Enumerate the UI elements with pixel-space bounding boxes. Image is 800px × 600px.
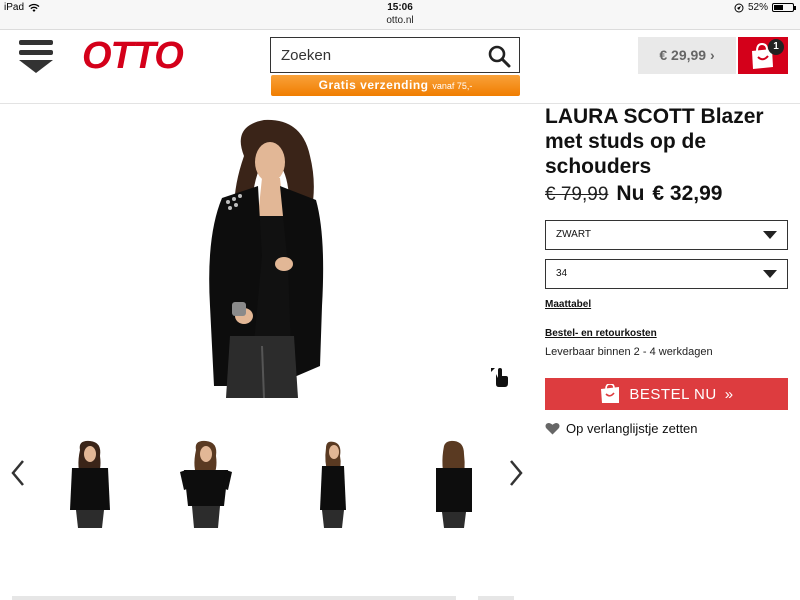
thumbnail-2[interactable] [176,440,236,528]
chevron-left-icon[interactable] [8,458,28,488]
shipping-costs-link[interactable]: Bestel- en retourkosten [545,328,657,339]
price-row: € 79,99 Nu € 32,99 [545,182,722,206]
add-to-wishlist[interactable]: Op verlanglijstje zetten [545,421,698,436]
promo-main-text: Gratis verzending [318,78,429,92]
current-price: € 32,99 [652,182,723,205]
bag-icon [601,384,620,403]
status-right: 52% [734,2,796,13]
wishlist-label: Op verlanglijstje zetten [566,421,698,436]
horizontal-scrollbar[interactable] [12,596,456,600]
chevron-down-icon [763,270,777,278]
battery-icon [772,3,796,12]
size-select[interactable]: 34 [545,259,788,289]
size-select-value: 34 [556,268,568,279]
main-product-image[interactable] [192,116,342,398]
heart-icon [545,423,560,435]
location-icon [734,3,744,12]
cart-count-badge: 1 [768,39,784,55]
status-time: 15:06 [387,2,413,13]
color-select[interactable]: ZWART [545,220,788,250]
cart-total-button[interactable]: € 29,99 › [638,37,736,74]
free-shipping-banner[interactable]: Gratis verzending vanaf 75,- [271,75,520,96]
double-chevron-icon: » [724,385,734,403]
page-url[interactable]: otto.nl [0,15,800,26]
site-header: OTTO Gratis verzending vanaf 75,- € 29,9… [0,30,800,104]
menu-icon[interactable] [18,38,54,74]
search-icon[interactable] [487,44,511,68]
order-now-button[interactable]: BESTEL NU » [545,378,788,410]
thumbnail-3[interactable] [302,440,362,528]
color-select-value: ZWART [556,229,591,240]
thumbnail-1[interactable] [58,440,118,528]
delivery-time: Leverbaar binnen 2 - 4 werkdagen [545,346,713,358]
chevron-right-icon[interactable] [506,458,526,488]
status-bar: iPad 15:06 otto.nl 52% [0,0,800,30]
horizontal-scrollbar-segment[interactable] [478,596,514,600]
zoom-icon[interactable] [490,366,510,388]
now-label: Nu [616,182,645,205]
chevron-down-icon [763,231,777,239]
otto-logo[interactable]: OTTO [82,35,184,78]
old-price: € 79,99 [545,184,609,205]
thumbnail-4[interactable] [424,440,484,528]
cart-total-value: € 29,99 [659,47,707,63]
search-box [270,37,520,73]
order-now-label: BESTEL NU [629,385,717,403]
battery-percent: 52% [747,2,768,13]
size-chart-link[interactable]: Maattabel [545,299,591,310]
search-input[interactable] [271,38,481,72]
promo-small-text: vanaf 75,- [432,81,473,91]
cart-button[interactable]: 1 [738,37,788,74]
product-title: LAURA SCOTT Blazer met studs op de schou… [545,105,764,178]
chevron-right-icon: › [709,47,715,63]
